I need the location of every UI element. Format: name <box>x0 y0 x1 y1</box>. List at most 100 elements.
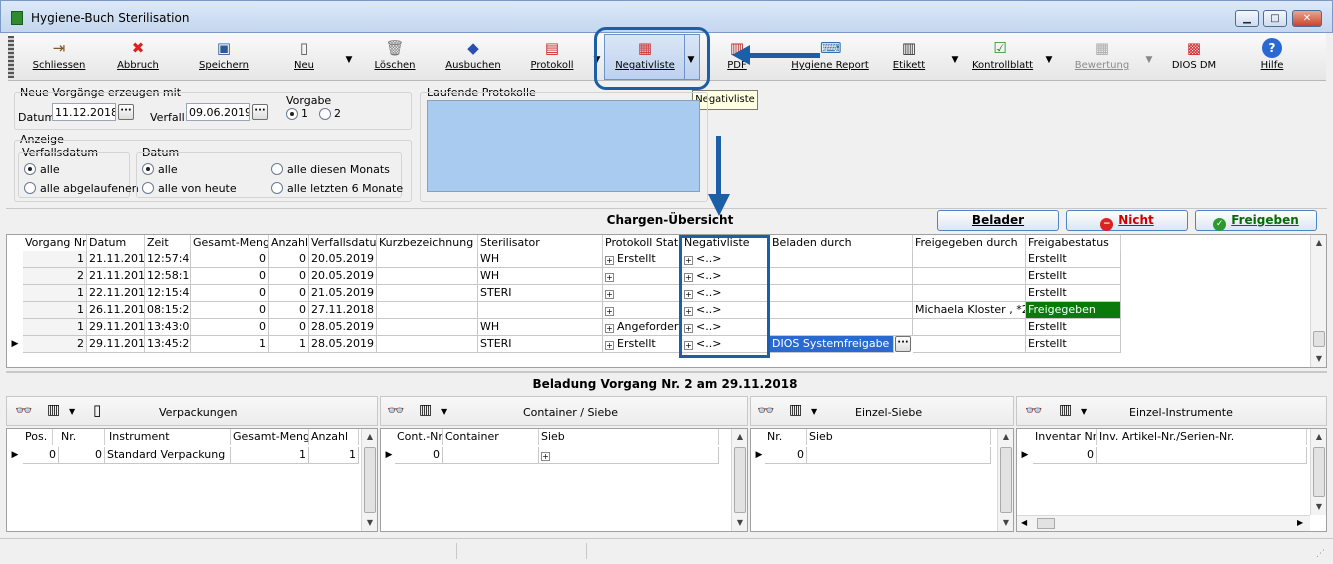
scroll-right-icon[interactable]: ▶ <box>1297 518 1303 527</box>
col-inventar-nr[interactable]: Inventar Nr. <box>1033 429 1097 445</box>
table-row[interactable]: ▶ 0 + <box>381 447 719 464</box>
kontrollblatt-button[interactable]: ☑ Kontrollblatt <box>972 36 1033 78</box>
chevron-down-icon[interactable]: ▼ <box>69 407 75 416</box>
cont-nr-cell[interactable]: 0 <box>395 447 443 464</box>
col-gesamt-menge[interactable]: Gesamt-Menge <box>231 429 309 445</box>
label-printer-icon[interactable]: ▥ <box>47 402 60 418</box>
horizontal-scrollbar[interactable]: ◀ ▶ <box>1017 515 1310 531</box>
scrollbar[interactable]: ▲ ▼ <box>997 429 1013 531</box>
col-protokoll[interactable]: Protokoll Status <box>603 235 682 251</box>
gesamt-cell[interactable]: 0 <box>191 251 269 268</box>
vorgang-cell[interactable]: 1 <box>23 285 87 302</box>
dios-dm-button[interactable]: ▩ DIOS DM <box>1166 36 1222 78</box>
col-gesamt[interactable]: Gesamt-Menge <box>191 235 269 251</box>
label-printer-icon[interactable]: ▥ <box>1059 402 1072 418</box>
speichern-button[interactable]: ▣ Speichern <box>196 36 252 78</box>
nr-cell[interactable]: 0 <box>59 447 105 464</box>
binoculars-icon[interactable]: 👓 <box>1025 403 1042 419</box>
freigegeben-cell[interactable] <box>913 268 1026 285</box>
kurzbez-cell[interactable] <box>377 319 478 336</box>
beladen-cell[interactable]: DIOS Systemfreigabe <box>770 336 894 353</box>
close-window-button[interactable]: ✕ <box>1292 10 1322 27</box>
neu-button[interactable]: ▯ Neu <box>284 36 324 78</box>
protokoll-cell[interactable]: + <box>603 285 682 302</box>
label-printer-icon[interactable]: ▥ <box>419 402 432 418</box>
freigabestatus-cell[interactable]: Erstellt <box>1026 251 1121 268</box>
protokoll-cell[interactable]: + Angefordert <box>603 319 682 336</box>
datum-monat-radio[interactable] <box>271 163 283 175</box>
expand-icon[interactable]: + <box>605 324 614 333</box>
scrollbar[interactable]: ▲ ▼ <box>361 429 377 531</box>
scroll-left-icon[interactable]: ◀ <box>1021 518 1027 527</box>
verfall-alle-radio[interactable] <box>24 163 36 175</box>
protokoll-cell[interactable]: + Erstellt <box>603 251 682 268</box>
col-verfallsdatum[interactable]: Verfallsdatum <box>309 235 377 251</box>
table-row[interactable]: ▶229.11.201813:45:261128.05.2019STERI+Er… <box>7 336 1121 353</box>
kurzbez-cell[interactable] <box>377 336 478 353</box>
anzahl-cell[interactable]: 0 <box>269 319 309 336</box>
col-instrument[interactable]: Instrument <box>107 429 231 445</box>
anzahl-cell[interactable]: 0 <box>269 285 309 302</box>
nicht-freigeben-button[interactable]: −Nicht freigeben <box>1066 210 1188 247</box>
bewertung-button[interactable]: ▦ Bewertung <box>1074 36 1130 78</box>
col-beladen[interactable]: Beladen durch <box>770 235 913 251</box>
binoculars-icon[interactable]: 👓 <box>15 403 32 419</box>
freigabestatus-cell[interactable]: Freigegeben <box>1026 302 1121 319</box>
beladen-picker-button[interactable]: ··· <box>895 336 911 352</box>
col-sieb[interactable]: Sieb <box>807 429 991 445</box>
gesamt-cell[interactable]: 1 <box>191 336 269 353</box>
col-zeit[interactable]: Zeit <box>145 235 191 251</box>
scroll-up-icon[interactable]: ▲ <box>1311 235 1327 251</box>
chevron-down-icon[interactable]: ▼ <box>441 407 447 416</box>
datum-picker-button[interactable]: ··· <box>118 104 134 120</box>
toolbar-grip[interactable] <box>8 36 14 78</box>
datum-cell[interactable]: 21.11.2018 <box>87 251 145 268</box>
anzahl-cell[interactable]: 0 <box>269 302 309 319</box>
freigeben-button[interactable]: ✓ Freigeben <box>1195 210 1317 231</box>
freigabestatus-cell[interactable]: Erstellt <box>1026 285 1121 302</box>
gesamt-cell[interactable]: 0 <box>191 268 269 285</box>
kurzbez-cell[interactable] <box>377 285 478 302</box>
loeschen-button[interactable]: 🗑 Löschen <box>372 36 418 78</box>
protokoll-cell[interactable]: + <box>603 302 682 319</box>
sterilisator-cell[interactable]: WH <box>478 319 603 336</box>
scrollbar[interactable]: ▲ ▼ <box>1310 429 1326 515</box>
vorgabe-radio-2[interactable] <box>319 108 331 120</box>
col-kurzbez[interactable]: Kurzbezeichnung <box>377 235 478 251</box>
verfallsdatum-cell[interactable]: 21.05.2019 <box>309 285 377 302</box>
expand-icon[interactable]: + <box>605 273 614 282</box>
freigegeben-cell[interactable] <box>913 336 1026 353</box>
beladen-cell[interactable] <box>770 285 913 302</box>
protokoll-button[interactable]: ▤ Protokoll <box>526 36 578 78</box>
kontrollblatt-dropdown-icon[interactable]: ▼ <box>1044 55 1054 65</box>
freigegeben-cell[interactable] <box>913 251 1026 268</box>
maximize-button[interactable]: □ <box>1263 10 1287 27</box>
sterilisator-cell[interactable]: STERI <box>478 285 603 302</box>
vorgang-cell[interactable]: 1 <box>23 302 87 319</box>
zeit-cell[interactable]: 12:57:49 <box>145 251 191 268</box>
datum-cell[interactable]: 29.11.2018 <box>87 336 145 353</box>
vorgabe-radio-1[interactable] <box>286 108 298 120</box>
belader-button[interactable]: Belader <box>937 210 1059 231</box>
laufende-protokolle-list[interactable] <box>427 100 700 192</box>
verfallsdatum-cell[interactable]: 20.05.2019 <box>309 268 377 285</box>
beladen-cell[interactable] <box>770 268 913 285</box>
freigabestatus-cell[interactable]: Erstellt <box>1026 319 1121 336</box>
vorgang-cell[interactable]: 1 <box>23 319 87 336</box>
verfall-picker-button[interactable]: ··· <box>252 104 268 120</box>
beladen-cell[interactable] <box>770 319 913 336</box>
artikel-cell[interactable] <box>1097 447 1307 464</box>
datum-cell[interactable]: 29.11.2018 <box>87 319 145 336</box>
sterilisator-cell[interactable]: WH <box>478 251 603 268</box>
resize-grip[interactable]: ⋰ <box>1316 549 1325 559</box>
chevron-down-icon[interactable]: ▼ <box>811 407 817 416</box>
sterilisator-cell[interactable]: WH <box>478 268 603 285</box>
col-freigabestatus[interactable]: Freigabestatus <box>1026 235 1121 251</box>
datum-6monate-radio[interactable] <box>271 182 283 194</box>
chargen-scrollbar[interactable]: ▲ ▼ <box>1310 235 1326 367</box>
datum-heute-radio[interactable] <box>142 182 154 194</box>
datum-alle-radio[interactable] <box>142 163 154 175</box>
col-freigegeben[interactable]: Freigegeben durch <box>913 235 1026 251</box>
zeit-cell[interactable]: 12:15:48 <box>145 285 191 302</box>
zeit-cell[interactable]: 13:45:26 <box>145 336 191 353</box>
